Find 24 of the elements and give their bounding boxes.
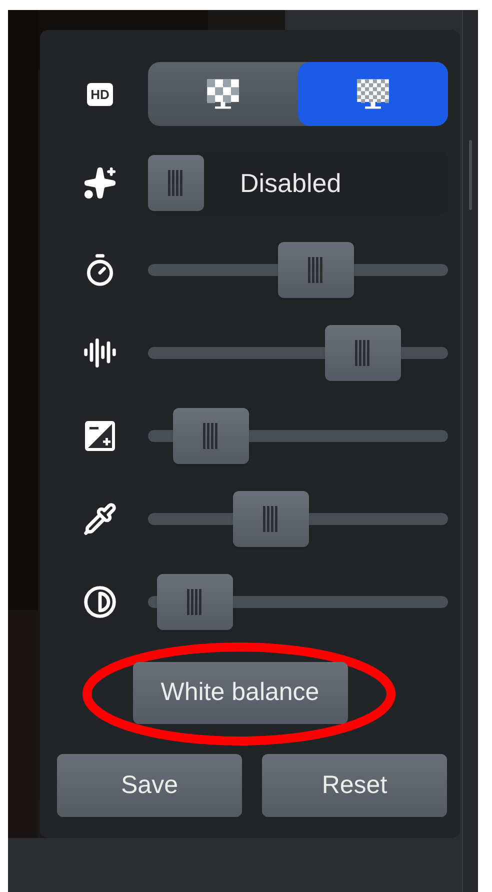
contrast-icon [83, 585, 117, 619]
quality-option[interactable] [298, 62, 448, 126]
waveform-icon [83, 336, 117, 370]
grip-icon [167, 170, 185, 196]
slider-thumb[interactable] [324, 325, 401, 381]
eyedropper-icon [83, 502, 117, 536]
action-button[interactable]: Reset [262, 754, 447, 817]
scrollbar-thumb[interactable] [469, 140, 472, 210]
toggle-label: Disabled [240, 166, 342, 200]
slider-thumb[interactable] [233, 491, 310, 547]
hd-badge: HD [86, 82, 114, 106]
grip-icon [186, 589, 204, 615]
slider-thumb[interactable] [172, 408, 249, 464]
grip-icon [306, 257, 325, 283]
exposure-icon [82, 418, 118, 454]
slider-thumb[interactable] [278, 242, 354, 298]
action-button[interactable]: Save [57, 754, 242, 817]
grip-icon [202, 423, 220, 449]
balance-button[interactable]: White balance [132, 662, 348, 724]
grip-icon [262, 506, 280, 532]
sparkles-icon [83, 166, 117, 200]
toggle-switch[interactable]: Disabled [148, 151, 448, 215]
slider-thumb[interactable] [156, 574, 233, 630]
grip-icon [354, 340, 372, 366]
